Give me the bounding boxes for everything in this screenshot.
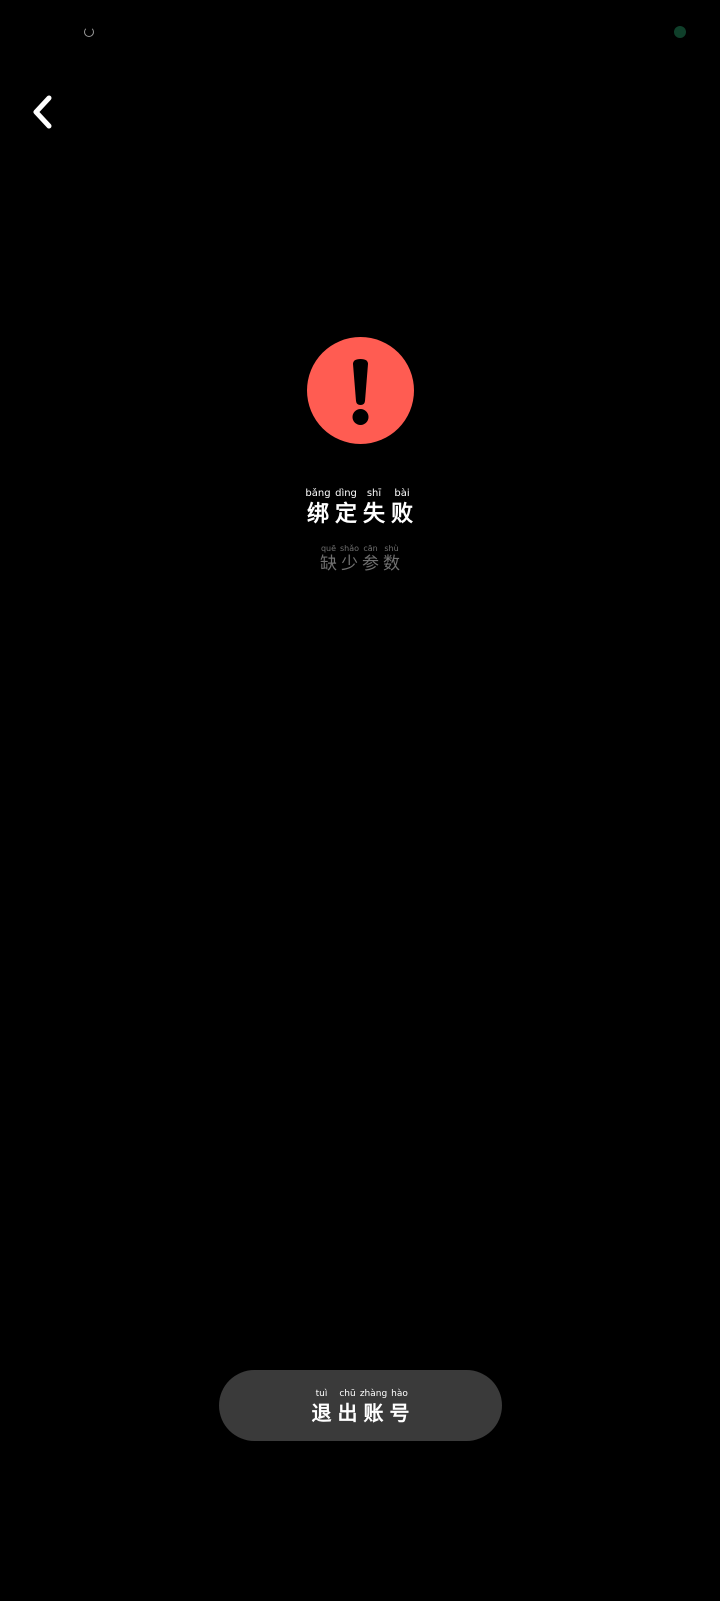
message-char: shù 数 — [381, 545, 402, 573]
logout-char: hào 号 — [387, 1389, 413, 1425]
status-title: bǎng 绑 dìng 定 shī 失 bài 败 — [0, 488, 720, 527]
pinyin: shǎo — [339, 544, 360, 553]
hanzi: 失 — [362, 501, 385, 527]
pinyin: tuì — [315, 1389, 328, 1399]
pinyin: shù — [384, 544, 399, 553]
chevron-left-icon — [33, 95, 52, 129]
logout-char: chū 出 — [335, 1389, 361, 1425]
logout-button[interactable]: tuì 退 chū 出 zhàng 账 hào 号 — [219, 1370, 502, 1441]
pinyin: hào — [391, 1389, 408, 1399]
hanzi: 账 — [363, 1401, 384, 1425]
hanzi: 数 — [383, 554, 400, 574]
hanzi: 退 — [311, 1401, 332, 1425]
exclamation-circle-icon — [307, 337, 414, 444]
pinyin: quē — [320, 544, 337, 553]
title-char: shī 失 — [360, 488, 388, 527]
pinyin: zhàng — [359, 1389, 388, 1399]
status-message: quē 缺 shǎo 少 cān 参 shù 数 — [0, 545, 720, 573]
hanzi: 参 — [362, 554, 379, 574]
title-char: dìng 定 — [332, 488, 360, 527]
logout-char: zhàng 账 — [359, 1389, 388, 1425]
title-char: bài 败 — [388, 488, 416, 527]
pinyin: dìng — [335, 488, 357, 499]
back-button[interactable] — [18, 88, 66, 136]
screen: bǎng 绑 dìng 定 shī 失 bài 败 quē 缺 shǎo 少 c… — [0, 0, 720, 1601]
hanzi: 绑 — [306, 501, 329, 527]
message-char: shǎo 少 — [339, 545, 360, 573]
loading-indicator-icon — [84, 27, 94, 37]
title-char: bǎng 绑 — [304, 488, 332, 527]
logout-char: tuì 退 — [309, 1389, 335, 1425]
message-char: quē 缺 — [318, 545, 339, 573]
hanzi: 败 — [390, 501, 413, 527]
hanzi: 出 — [337, 1401, 358, 1425]
pinyin: chū — [339, 1389, 356, 1399]
pinyin: cān — [363, 544, 378, 553]
hanzi: 少 — [341, 554, 358, 574]
hanzi: 缺 — [320, 554, 337, 574]
pinyin: bài — [394, 488, 410, 499]
logout-label: tuì 退 chū 出 zhàng 账 hào 号 — [309, 1389, 413, 1425]
hanzi: 号 — [389, 1401, 410, 1425]
status-dot-icon — [674, 26, 686, 38]
status-bar — [0, 0, 720, 64]
pinyin: shī — [366, 488, 382, 499]
message-char: cān 参 — [360, 545, 381, 573]
hanzi: 定 — [334, 501, 357, 527]
pinyin: bǎng — [305, 488, 331, 499]
